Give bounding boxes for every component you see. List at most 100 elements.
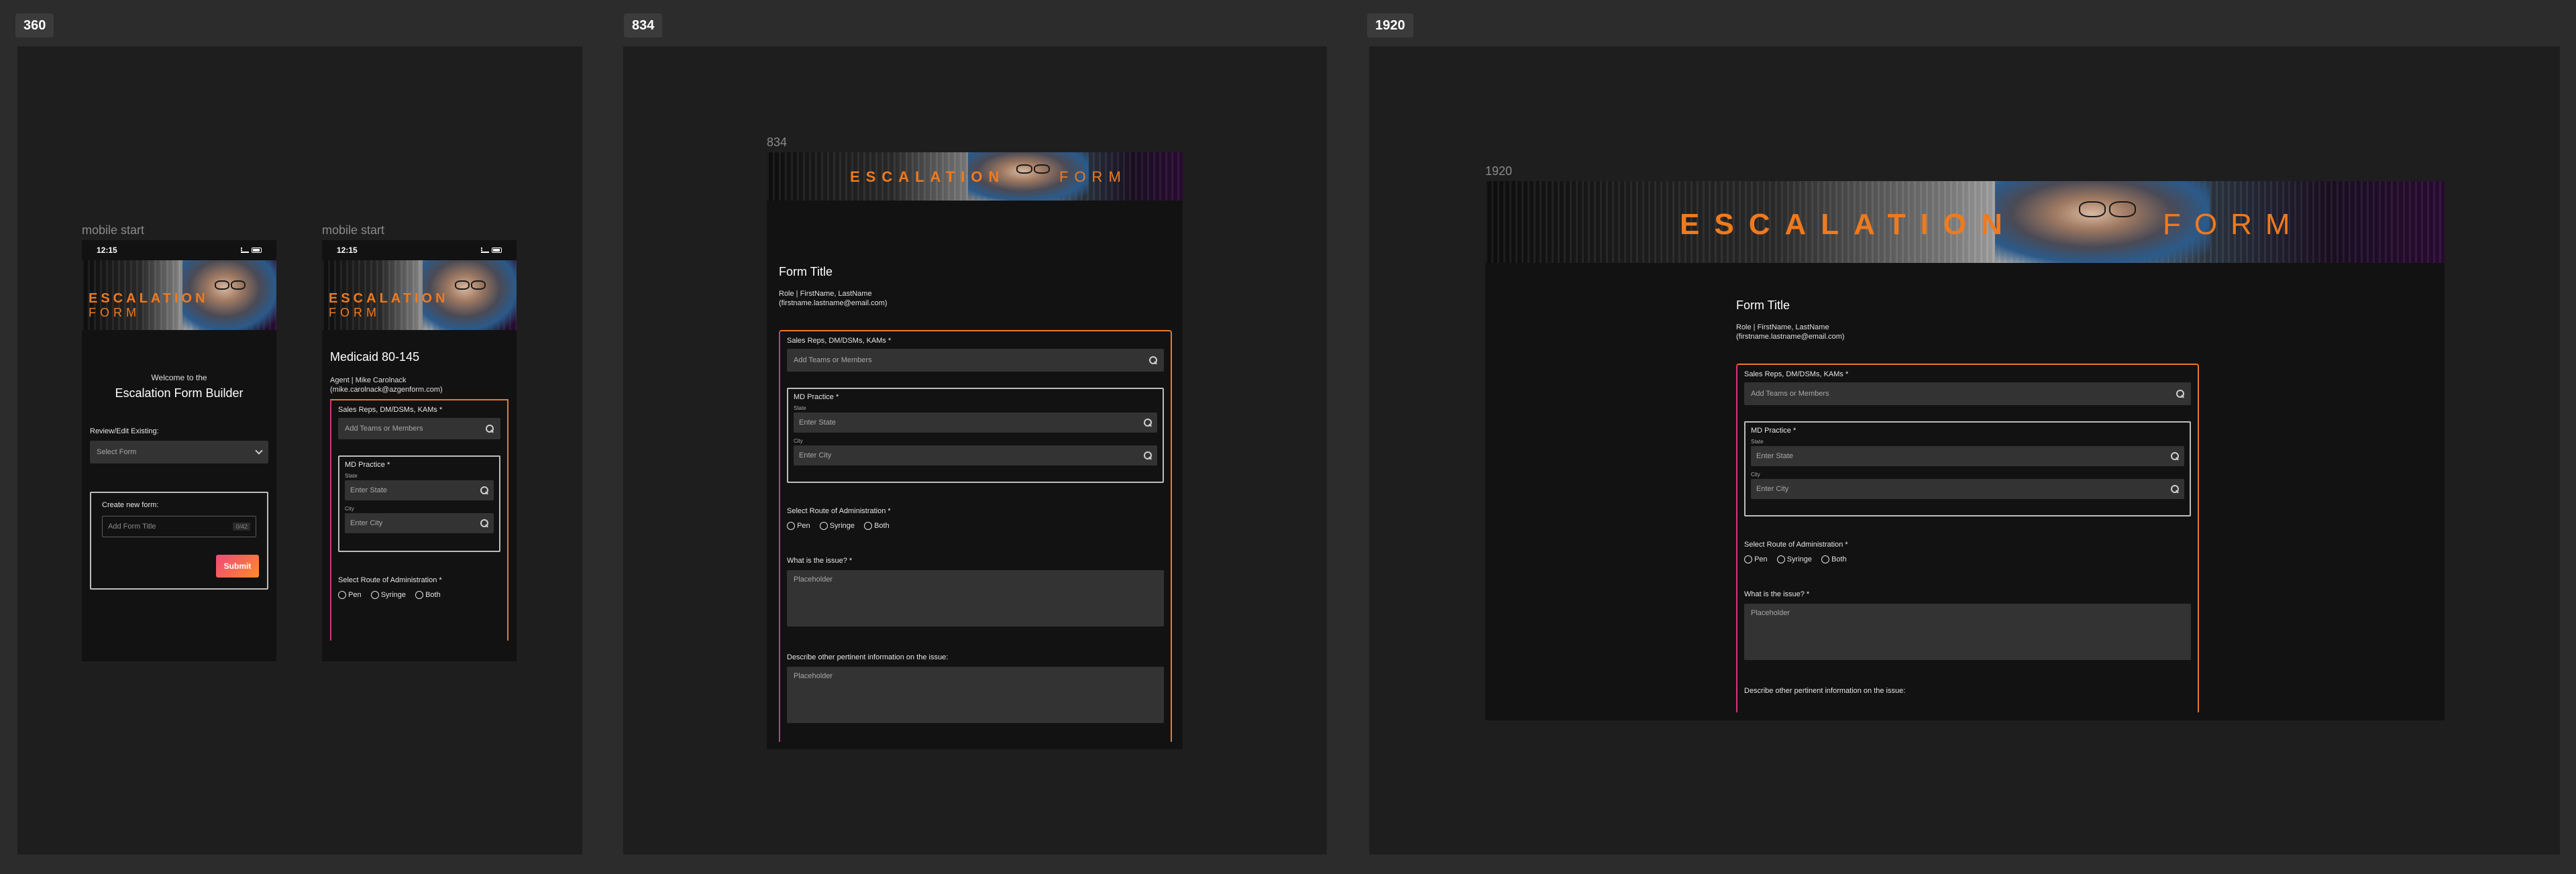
md-label: MD Practice * xyxy=(345,461,390,469)
builder-title: Escalation Form Builder xyxy=(115,386,244,400)
search-icon xyxy=(1144,451,1152,459)
char-counter: 0/42 xyxy=(233,523,250,531)
status-bar: 12:15 xyxy=(82,240,276,260)
route-label: Select Route of Administration * xyxy=(1744,541,1848,549)
chevron-down-icon xyxy=(255,447,263,455)
radio-syringe[interactable]: Syringe xyxy=(370,591,406,600)
issue-label: What is the issue? * xyxy=(1744,590,1810,599)
radio-syringe[interactable]: Syringe xyxy=(819,522,855,531)
issue-placeholder: Placeholder xyxy=(1751,609,1790,618)
search-icon xyxy=(1144,419,1152,427)
role-line: Role | FirstName, LastName xyxy=(779,290,872,298)
submit-button[interactable]: Submit xyxy=(216,555,259,578)
md-practice-box: MD Practice * State Enter State City Ent… xyxy=(338,455,500,552)
banner-subtitle: FORM xyxy=(329,306,380,319)
radio-both[interactable]: Both xyxy=(864,522,890,531)
role-line: Role | FirstName, LastName xyxy=(1736,323,1829,331)
state-placeholder: Enter State xyxy=(799,419,837,427)
issue-placeholder: Placeholder xyxy=(794,576,833,584)
state-placeholder: Enter State xyxy=(350,486,388,494)
reps-placeholder: Add Teams or Members xyxy=(345,425,423,433)
state-label: State xyxy=(345,473,358,479)
mobile-frame-builder: 12:15 ESCALATION FORM Welcome to the Esc… xyxy=(82,240,276,661)
radio-pen[interactable]: Pen xyxy=(1744,555,1768,564)
banner: ESCALATION FORM xyxy=(767,152,1183,201)
issue-textarea[interactable]: Placeholder xyxy=(1744,604,2191,661)
issue-textarea[interactable]: Placeholder xyxy=(787,570,1164,627)
reps-label: Sales Reps, DM/DSMs, KAMs * xyxy=(338,406,443,414)
banner: ESCALATION FORM xyxy=(82,260,276,330)
search-icon xyxy=(486,425,494,433)
frame-label-mobile-1: mobile start xyxy=(82,223,145,237)
city-input[interactable]: Enter City xyxy=(345,513,494,533)
status-time: 12:15 xyxy=(97,245,117,255)
radio-both[interactable]: Both xyxy=(415,591,441,600)
banner-title: ESCALATION xyxy=(1680,208,2017,241)
tablet-frame: ESCALATION FORM Form Title Role | FirstN… xyxy=(767,152,1183,749)
form-title-input[interactable]: Add Form Title 0/42 xyxy=(102,516,256,537)
city-label: City xyxy=(345,506,354,512)
banner-title: ESCALATION xyxy=(89,291,209,306)
search-icon xyxy=(480,486,488,494)
reps-placeholder: Add Teams or Members xyxy=(794,356,872,364)
search-icon xyxy=(480,519,488,527)
md-label: MD Practice * xyxy=(1751,427,1796,435)
radio-pen[interactable]: Pen xyxy=(787,522,810,531)
md-practice-box: MD Practice * State Enter State City Ent… xyxy=(787,388,1164,483)
city-input[interactable]: Enter City xyxy=(794,445,1157,466)
desktop-frame: ESCALATION FORM Form Title Role | FirstN… xyxy=(1485,181,2445,720)
agent-line: Agent | Mike Carolnack xyxy=(330,376,407,384)
search-icon xyxy=(1149,356,1157,364)
state-input[interactable]: Enter State xyxy=(1751,446,2184,466)
search-icon xyxy=(2171,485,2179,493)
route-radio-group: Pen Syringe Both xyxy=(1744,555,2191,564)
city-label: City xyxy=(794,438,803,444)
city-label: City xyxy=(1751,472,1760,478)
reps-label: Sales Reps, DM/DSMs, KAMs * xyxy=(787,337,892,345)
city-input[interactable]: Enter City xyxy=(1751,479,2184,499)
form-title: Form Title xyxy=(779,265,833,278)
welcome-text: Welcome to the xyxy=(151,373,207,382)
signal-icon xyxy=(481,248,489,253)
reps-search-input[interactable]: Add Teams or Members xyxy=(338,418,500,439)
city-placeholder: Enter City xyxy=(1756,485,1789,493)
radio-both[interactable]: Both xyxy=(1821,555,1847,564)
role-email: (firstname.lastname@email.com) xyxy=(1736,333,1845,341)
frame-label-desktop: 1920 xyxy=(1485,164,1513,178)
frame-label-mobile-2: mobile start xyxy=(322,223,385,237)
other-info-label: Describe other pertinent information on … xyxy=(1744,687,1906,696)
reps-search-input[interactable]: Add Teams or Members xyxy=(787,349,1164,372)
state-placeholder: Enter State xyxy=(1756,452,1794,460)
section-tag-360: 360 xyxy=(15,13,54,38)
form-heading: Medicaid 80-145 xyxy=(330,350,420,364)
other-info-textarea[interactable]: Placeholder xyxy=(787,667,1164,724)
section-tag-1920: 1920 xyxy=(1367,13,1413,38)
banner-title: ESCALATION xyxy=(850,168,1006,185)
md-label: MD Practice * xyxy=(794,393,839,401)
banner-subtitle: FORM xyxy=(2163,208,2304,241)
signal-icon xyxy=(241,248,249,253)
other-info-placeholder: Placeholder xyxy=(794,672,833,681)
form-card: Sales Reps, DM/DSMs, KAMs * Add Teams or… xyxy=(330,399,508,641)
md-practice-box: MD Practice * State Enter State City Ent… xyxy=(1744,421,2191,516)
issue-label: What is the issue? * xyxy=(787,557,853,565)
mobile-frame-form: 12:15 ESCALATION FORM Medicaid 80-145 Ag… xyxy=(322,240,517,661)
form-card: Sales Reps, DM/DSMs, KAMs * Add Teams or… xyxy=(1736,364,2199,712)
state-label: State xyxy=(794,405,806,411)
radio-syringe[interactable]: Syringe xyxy=(1776,555,1812,564)
form-title-placeholder: Add Form Title xyxy=(108,523,156,531)
state-input[interactable]: Enter State xyxy=(345,480,494,500)
banner-subtitle: FORM xyxy=(89,306,140,319)
state-input[interactable]: Enter State xyxy=(794,413,1157,433)
route-radio-group: Pen Syringe Both xyxy=(338,591,500,600)
review-label: Review/Edit Existing: xyxy=(90,427,159,435)
select-form-dropdown[interactable]: Select Form xyxy=(90,441,268,463)
reps-search-input[interactable]: Add Teams or Members xyxy=(1744,382,2191,405)
city-placeholder: Enter City xyxy=(350,519,383,527)
radio-pen[interactable]: Pen xyxy=(338,591,362,600)
banner: ESCALATION FORM xyxy=(322,260,517,330)
banner-subtitle: FORM xyxy=(1059,168,1127,185)
reps-label: Sales Reps, DM/DSMs, KAMs * xyxy=(1744,370,1849,378)
form-card: Sales Reps, DM/DSMs, KAMs * Add Teams or… xyxy=(779,330,1172,742)
banner-title: ESCALATION xyxy=(329,291,449,306)
